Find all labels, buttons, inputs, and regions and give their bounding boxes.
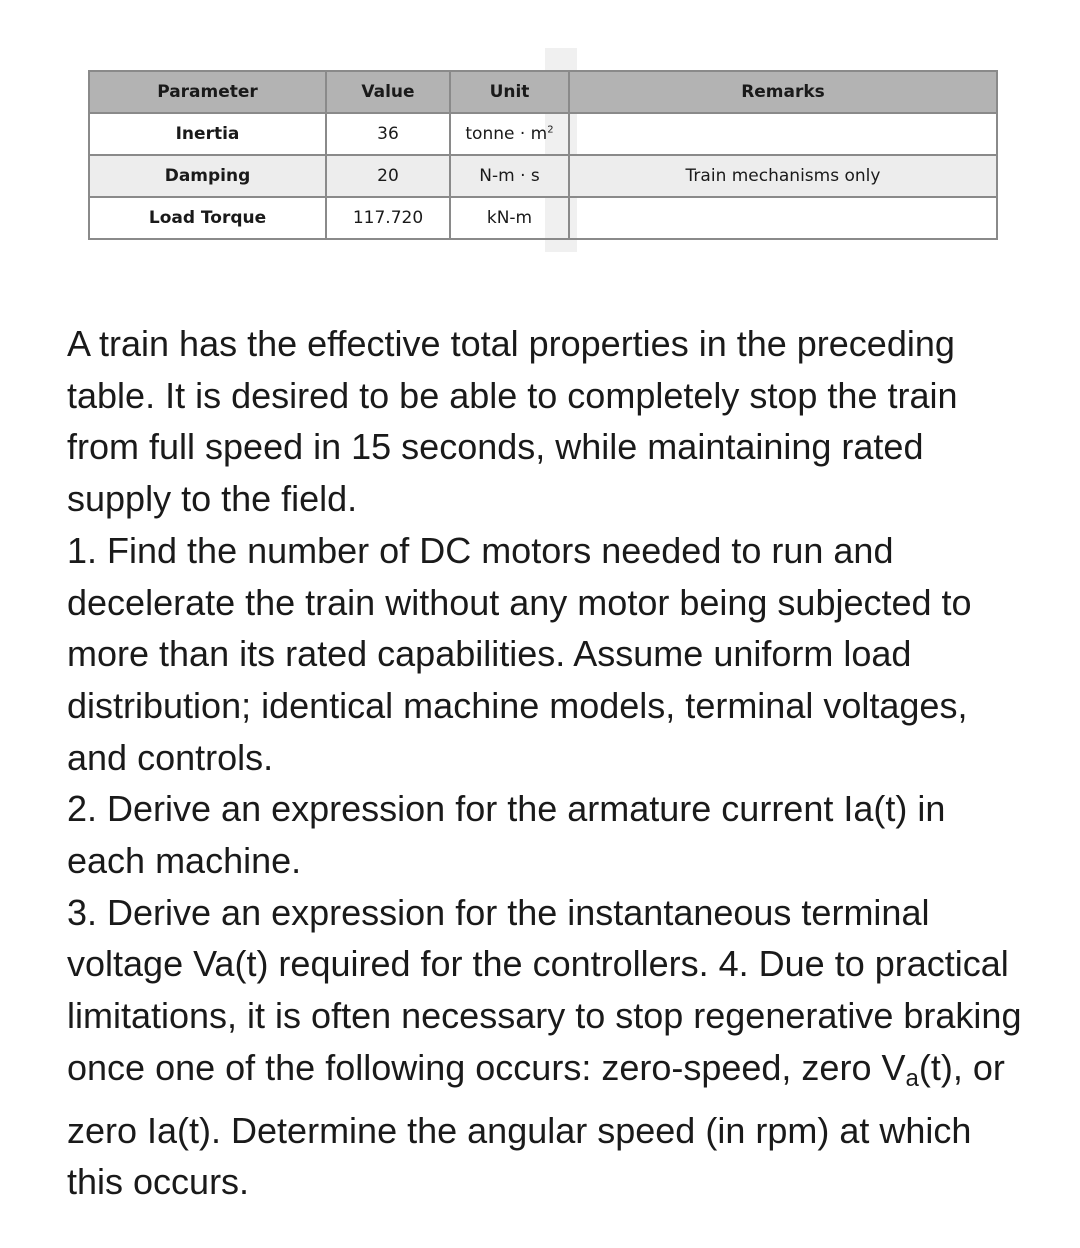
- unit-superscript: 2: [547, 124, 554, 136]
- subscript-a: a: [905, 1064, 919, 1092]
- question-2: 2. Derive an expression for the armature…: [67, 788, 946, 882]
- question-3-text: 3. Derive an expression for the instanta…: [67, 891, 1022, 1088]
- table-header-row: Parameter Value Unit Remarks: [88, 70, 998, 114]
- cell-remarks: [568, 196, 998, 240]
- cell-unit: tonne · m2: [449, 112, 570, 156]
- question-1: 1. Find the number of DC motors needed t…: [67, 529, 972, 778]
- parameter-table-container: Parameter Value Unit Remarks Inertia 36 …: [88, 70, 998, 240]
- header-parameter: Parameter: [88, 70, 327, 114]
- cell-unit: N-m · s: [449, 154, 570, 198]
- table-row: Load Torque 117.720 kN-m: [88, 196, 998, 240]
- header-unit: Unit: [449, 70, 570, 114]
- cell-unit: kN-m: [449, 196, 570, 240]
- question-3-4: 3. Derive an expression for the instanta…: [67, 887, 1027, 1208]
- cell-parameter: Load Torque: [88, 196, 327, 240]
- cell-remarks: [568, 112, 998, 156]
- cell-value: 36: [325, 112, 451, 156]
- cell-parameter: Damping: [88, 154, 327, 198]
- cell-value: 20: [325, 154, 451, 198]
- table-row: Inertia 36 tonne · m2: [88, 112, 998, 156]
- header-value: Value: [325, 70, 451, 114]
- parameter-table: Parameter Value Unit Remarks Inertia 36 …: [88, 70, 998, 240]
- header-remarks: Remarks: [568, 70, 998, 114]
- problem-intro: A train has the effective total properti…: [67, 323, 958, 520]
- cell-value: 117.720: [325, 196, 451, 240]
- problem-text: A train has the effective total properti…: [67, 318, 1027, 1208]
- table-row: Damping 20 N-m · s Train mechanisms only: [88, 154, 998, 198]
- cell-remarks: Train mechanisms only: [568, 154, 998, 198]
- unit-text: tonne · m: [465, 124, 548, 144]
- cell-parameter: Inertia: [88, 112, 327, 156]
